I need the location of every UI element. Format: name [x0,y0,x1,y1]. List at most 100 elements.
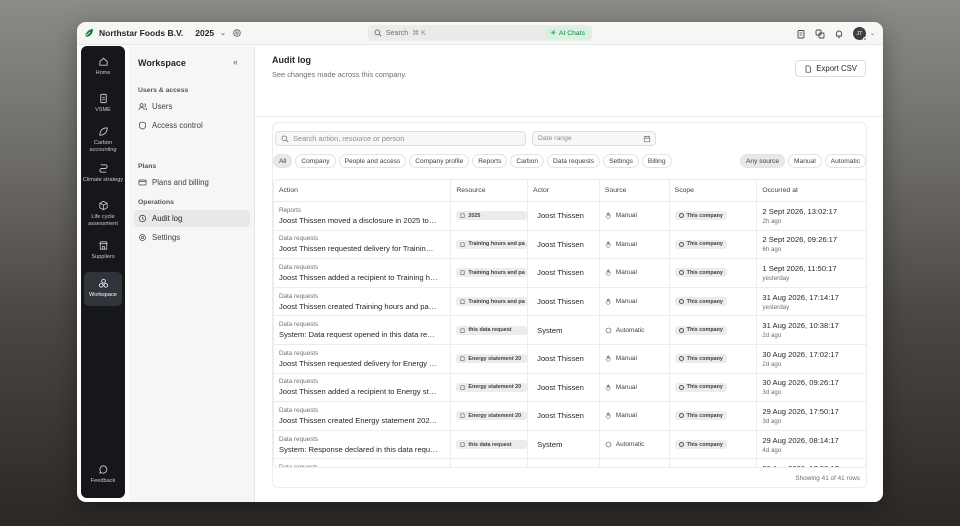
audit-panel: Search action, resource or person Date r… [272,122,867,488]
hand-icon [605,355,611,362]
sidebar-item-access-control[interactable]: Access control [134,117,250,134]
filter-people-access[interactable]: People and access [338,154,407,168]
rail-label: Home [95,70,111,76]
scope-label: This company [686,327,723,334]
rail-item-lca[interactable]: Life cycle assessment [81,200,125,227]
source-cell: Manual [600,344,670,373]
date-range-input[interactable]: Date range [532,131,656,146]
gear-icon [139,234,146,241]
resource-chip[interactable]: this data request [456,325,528,335]
rail-item-home[interactable]: Home [81,56,125,77]
col-resource[interactable]: Resource [451,180,529,202]
resource-chip[interactable]: Training hours and pa [456,239,528,249]
actor-name: Joost Thissen [537,268,584,278]
actor-name: System [537,325,563,335]
actor-cell: Joost Thissen [528,230,600,259]
resource-chip[interactable]: Training hours and pa [456,268,528,278]
resource-chip[interactable]: this data request [456,440,528,450]
scope-label: This company [686,384,723,391]
filter-billing[interactable]: Billing [641,154,672,168]
resource-chip[interactable]: Energy statement 20 [456,411,528,421]
chevron-down-icon[interactable]: ⌄ [870,30,875,37]
nav-label: Plans and billing [152,178,209,187]
sidebar-item-users[interactable]: Users [134,98,250,115]
action-cell: Data requests Joost Thissen added a recip… [274,373,452,402]
export-csv-button[interactable]: Export CSV [795,60,866,77]
filter-company-profile[interactable]: Company profile [409,154,470,168]
circle-icon [678,384,684,390]
occurred-at: 28 Aug 2026, 17:38:17 [762,464,866,467]
occurred-at: 1 Sept 2026, 11:50:17 [762,263,837,273]
rail-item-vsme[interactable]: VSME [81,93,125,114]
collapse-sidebar-icon[interactable]: « [233,57,238,67]
org-switcher[interactable]: Northstar Foods B.V. [84,28,183,38]
hand-icon [605,298,611,305]
top-bar: Northstar Foods B.V. 2025 ⌄ Search ⌘ K ✳… [77,22,883,45]
scope-cell: This company [670,316,758,344]
sidebar-item-audit-log[interactable]: Audit log [134,210,250,227]
rail-item-suppliers[interactable]: Suppliers [81,240,125,261]
filter-automatic[interactable]: Automatic [824,154,866,168]
source-cell: Automatic [600,316,670,344]
scope-cell: This company [670,259,758,287]
table-row[interactable]: Data requestsSystem: Data request opened… [274,316,866,345]
switch-icon[interactable] [815,29,825,39]
gear-icon[interactable] [232,28,242,38]
source-label: Manual [615,355,637,363]
occurred-at: 2 Sept 2026, 09:26:17 [762,235,838,245]
col-source[interactable]: Source [600,180,670,202]
col-action[interactable]: Action [274,180,452,202]
relative-time: 3d ago [762,417,782,425]
rail-item-workspace[interactable]: Workspace [84,272,122,306]
table-row[interactable]: Data requests Joost Thissen requested del… [274,230,866,260]
ai-chats-button[interactable]: ✳ AI Chats [545,27,590,39]
filter-settings[interactable]: Settings [603,154,639,168]
avatar[interactable]: JT [852,27,867,41]
table-row[interactable]: Data requestsSystem: Data request opened… [274,459,866,467]
rail-item-climate[interactable]: Climate strategy [81,163,125,184]
source-cell: Manual [600,402,670,430]
rail-item-carbon[interactable]: Carbon accounting [81,126,125,153]
table-row[interactable]: Data requests Joost Thissen requested del… [274,344,866,374]
source-cell: Manual [600,373,670,402]
filter-all[interactable]: All [273,154,293,168]
actor-cell: System [528,430,600,459]
resource-chip[interactable]: 2025 [456,211,528,221]
filter-data-requests[interactable]: Data requests [547,154,601,168]
bell-icon[interactable] [834,29,844,39]
audit-search-input[interactable]: Search action, resource or person [275,131,526,146]
global-search[interactable]: Search ⌘ K ✳ AI Chats [368,25,592,41]
col-scope[interactable]: Scope [670,180,758,202]
filter-carbon[interactable]: Carbon [510,154,545,168]
sidebar-item-settings[interactable]: Settings [134,229,250,246]
year-selector[interactable]: 2025 ⌄ [195,28,242,38]
sidebar-item-plans-billing[interactable]: Plans and billing [134,174,250,191]
resource-label: Training hours and pa [468,241,525,248]
clipboard-icon[interactable] [796,29,806,39]
occurred-at: 30 Aug 2026, 09:26:17 [762,378,839,388]
resource-icon [460,299,465,304]
search-placeholder: Search action, resource or person [293,134,405,143]
filter-manual[interactable]: Manual [788,154,822,168]
col-actor[interactable]: Actor [528,180,600,202]
filter-reports[interactable]: Reports [472,154,508,168]
table-row[interactable]: Data requests System: Response declared i… [274,430,866,460]
actor-cell: System [528,316,600,344]
resource-chip[interactable]: Energy statement 20 [456,354,528,364]
resource-icon [460,271,465,276]
table-row[interactable]: Data requests Joost Thissen added a recip… [274,373,866,403]
table-row[interactable]: Data requests Joost Thissen created Train… [274,287,866,317]
rail-item-feedback[interactable]: Feedback [81,464,125,485]
scope-cell: This company [670,373,758,402]
resource-chip[interactable]: Energy statement 20 [456,382,528,392]
table-row[interactable]: Data requests Joost Thissen created Energ… [274,402,866,431]
col-occurred-at[interactable]: Occurred at [757,180,866,202]
filter-any-source[interactable]: Any source [740,154,786,168]
table-row[interactable]: Data requests Joost Thissen added a recip… [274,259,866,288]
resource-chip[interactable]: Training hours and pa [456,297,528,307]
table-header: Action Resource Actor Source Scope Occur… [274,180,866,202]
filter-company[interactable]: Company [295,154,336,168]
action-cell: Data requests Joost Thissen requested del… [274,344,452,373]
search-icon [374,29,382,37]
table-row[interactable]: Reports Joost Thissen moved a disclosure … [274,202,866,231]
